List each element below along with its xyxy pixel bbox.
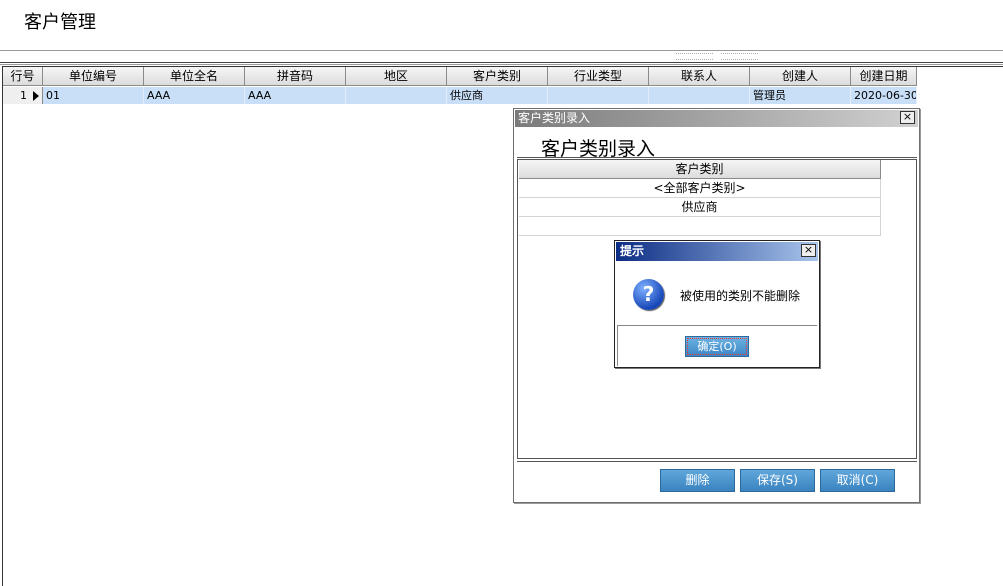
divider bbox=[0, 62, 1003, 63]
table-cell[interactable]: AAA bbox=[144, 87, 245, 104]
page-title: 客户管理 bbox=[24, 12, 96, 33]
column-header[interactable]: 行号 bbox=[3, 67, 43, 86]
close-icon[interactable]: × bbox=[801, 244, 816, 257]
grid-header: 行号 单位编号 单位全名 拼音码 地区 客户类别 行业类型 联系人 创建人 创建日期 bbox=[3, 67, 917, 86]
list-item[interactable] bbox=[519, 217, 881, 236]
column-header[interactable]: 单位编号 bbox=[43, 67, 144, 86]
divider bbox=[517, 157, 917, 158]
table-cell[interactable]: 管理员 bbox=[750, 87, 851, 104]
column-header[interactable]: 地区 bbox=[346, 67, 447, 86]
column-header[interactable]: 行业类型 bbox=[548, 67, 649, 86]
category-dialog-titlebar[interactable]: 客户类别录入 × bbox=[515, 110, 918, 127]
category-dialog-title: 客户类别录入 bbox=[518, 111, 591, 125]
column-header[interactable]: 创建人 bbox=[750, 67, 851, 86]
table-cell[interactable]: 供应商 bbox=[447, 87, 548, 104]
divider bbox=[517, 461, 917, 462]
divider bbox=[0, 50, 1003, 51]
splitter-handle[interactable] bbox=[676, 53, 758, 60]
table-cell[interactable]: AAA bbox=[245, 87, 346, 104]
category-column-header[interactable]: 客户类别 bbox=[519, 160, 881, 179]
column-header[interactable]: 拼音码 bbox=[245, 67, 346, 86]
column-header[interactable]: 客户类别 bbox=[447, 67, 548, 86]
save-button[interactable]: 保存(S) bbox=[740, 469, 815, 492]
row-number: 1 bbox=[3, 87, 43, 104]
row-number-label: 1 bbox=[20, 89, 27, 102]
delete-button[interactable]: 删除 bbox=[660, 469, 735, 492]
alert-dialog: 提示 × ? 被使用的类别不能删除 确定(O) bbox=[614, 240, 820, 368]
question-icon: ? bbox=[633, 279, 664, 310]
cancel-button[interactable]: 取消(C) bbox=[820, 469, 895, 492]
close-icon[interactable]: × bbox=[900, 111, 915, 124]
divider bbox=[617, 326, 618, 366]
row-pointer-icon bbox=[33, 90, 39, 101]
table-row[interactable]: 1 01 AAA AAA 供应商 管理员 2020-06-30 bbox=[3, 87, 917, 104]
divider bbox=[617, 325, 817, 326]
column-header[interactable]: 创建日期 bbox=[851, 67, 917, 86]
divider bbox=[0, 64, 1003, 65]
column-header[interactable]: 单位全名 bbox=[144, 67, 245, 86]
alert-message: 被使用的类别不能删除 bbox=[680, 289, 801, 303]
ok-button[interactable]: 确定(O) bbox=[685, 336, 749, 357]
table-cell[interactable]: 2020-06-30 bbox=[851, 87, 917, 104]
alert-title: 提示 bbox=[620, 244, 645, 258]
table-cell[interactable] bbox=[548, 87, 649, 104]
window: 客户管理 行号 单位编号 单位全名 拼音码 地区 客户类别 行业类型 联系人 创建人 创建日期 1… bbox=[0, 0, 1003, 586]
alert-titlebar[interactable]: 提示 bbox=[616, 242, 818, 261]
list-item[interactable]: <全部客户类别> bbox=[519, 179, 881, 198]
column-header[interactable]: 联系人 bbox=[649, 67, 750, 86]
list-item[interactable]: 供应商 bbox=[519, 198, 881, 217]
table-cell[interactable] bbox=[649, 87, 750, 104]
table-cell[interactable]: 01 bbox=[43, 87, 144, 104]
table-cell[interactable] bbox=[346, 87, 447, 104]
